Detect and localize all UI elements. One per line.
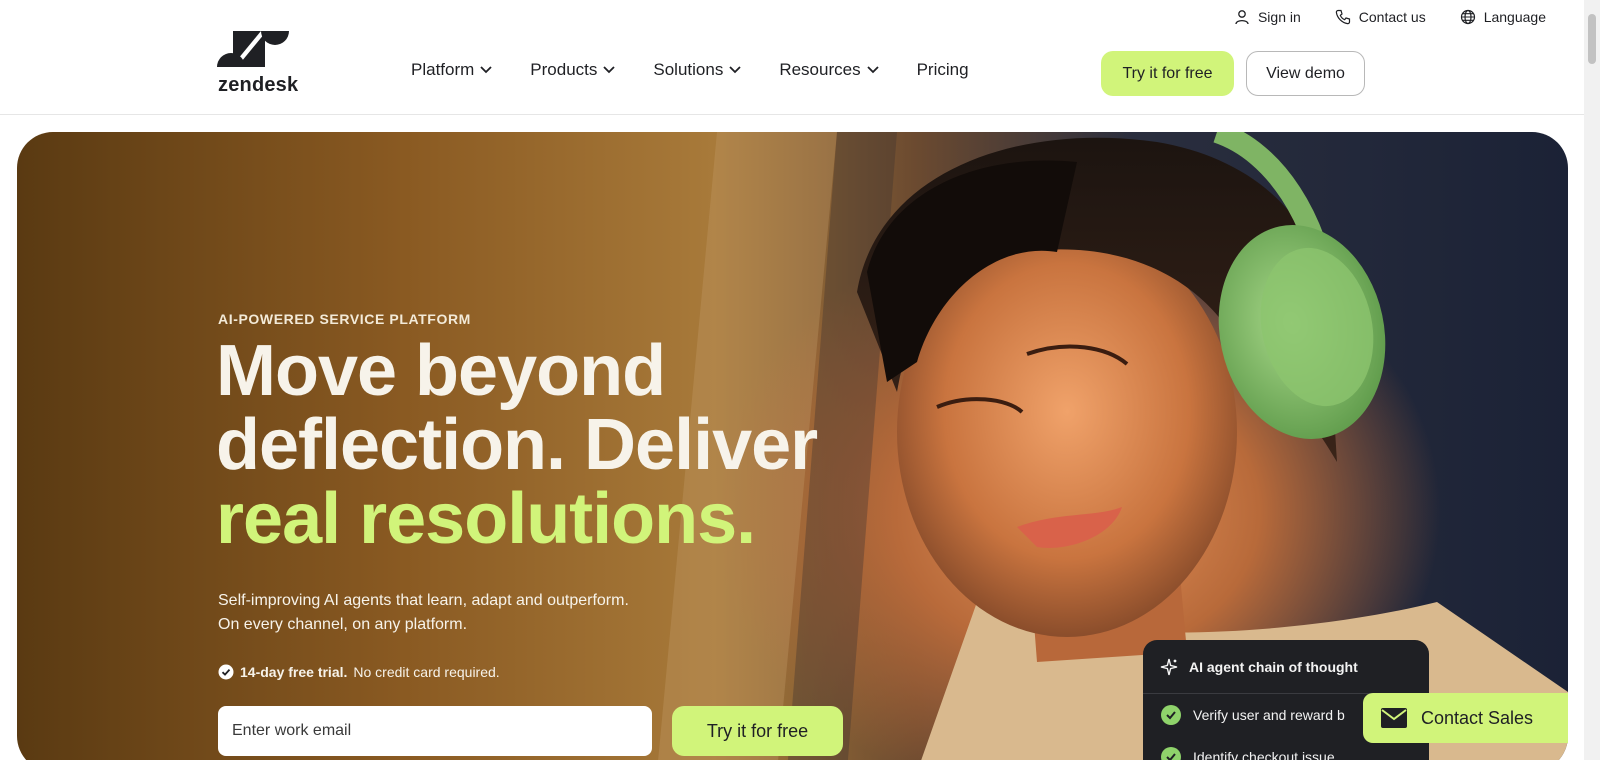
mail-icon xyxy=(1381,708,1407,728)
headline-accent: real resolutions. xyxy=(216,479,756,559)
chevron-down-icon xyxy=(480,66,492,74)
subtitle-line-1: Self-improving AI agents that learn, ada… xyxy=(218,592,629,609)
trial-bold-text: 14-day free trial. xyxy=(240,664,348,680)
language-selector[interactable]: Language xyxy=(1460,9,1546,25)
ai-card-title: AI agent chain of thought xyxy=(1189,658,1358,675)
sparkle-icon xyxy=(1160,658,1178,675)
hero-section: AI-POWERED SERVICE PLATFORM Move beyond … xyxy=(17,132,1568,760)
check-circle-icon xyxy=(218,664,234,680)
headline-line-2: deflection. Deliver xyxy=(216,405,818,485)
headline-line-1: Move beyond xyxy=(216,331,666,411)
ai-step-label: Verify user and reward b xyxy=(1193,707,1345,723)
scrollbar-thumb[interactable] xyxy=(1588,14,1596,64)
nav-item-resources[interactable]: Resources xyxy=(779,60,879,80)
logo-wordmark: zendesk xyxy=(218,74,299,96)
nav-item-label: Pricing xyxy=(916,60,969,79)
person-icon xyxy=(1235,10,1249,25)
nav-item-label: Products xyxy=(530,60,598,79)
contact-sales-label: Contact Sales xyxy=(1421,707,1534,728)
try-free-hero-button[interactable]: Try it for free xyxy=(672,706,843,756)
nav-item-pricing[interactable]: Pricing xyxy=(917,60,969,80)
nav-item-platform[interactable]: Platform xyxy=(411,60,492,80)
nav-item-solutions[interactable]: Solutions xyxy=(653,60,741,80)
check-circle-icon xyxy=(1161,705,1181,725)
main-nav: Platform Products Solutions Resources Pr… xyxy=(411,60,969,80)
hero-eyebrow: AI-POWERED SERVICE PLATFORM xyxy=(218,311,471,327)
contact-sales-button[interactable]: Contact Sales xyxy=(1363,693,1568,743)
hero-subtitle: Self-improving AI agents that learn, ada… xyxy=(218,589,738,637)
ai-step-label: Identify checkout issue xyxy=(1193,749,1335,760)
chevron-down-icon xyxy=(603,66,616,74)
sign-in-label: Sign in xyxy=(1257,9,1301,25)
contact-us-link[interactable]: Contact us xyxy=(1335,9,1426,25)
nav-item-label: Solutions xyxy=(653,60,724,79)
globe-icon xyxy=(1460,9,1475,25)
phone-icon xyxy=(1335,9,1350,25)
language-label: Language xyxy=(1483,9,1546,25)
view-demo-button[interactable]: View demo xyxy=(1246,51,1365,96)
nav-item-label: Resources xyxy=(779,60,861,79)
trial-note: 14-day free trial. No credit card requir… xyxy=(218,664,500,680)
contact-us-label: Contact us xyxy=(1358,9,1426,25)
check-circle-icon xyxy=(1161,747,1181,760)
chevron-down-icon xyxy=(729,66,741,74)
hero-headline: Move beyond deflection. Deliver real res… xyxy=(216,334,936,556)
subtitle-line-2: On every channel, on any platform. xyxy=(218,616,468,633)
try-free-header-button[interactable]: Try it for free xyxy=(1101,51,1234,96)
page-scrollbar[interactable] xyxy=(1584,0,1600,760)
nav-item-products[interactable]: Products xyxy=(530,60,616,80)
trial-rest-text: No credit card required. xyxy=(353,664,500,680)
utility-links: Sign in Contact us Language xyxy=(1234,6,1546,28)
sign-in-link[interactable]: Sign in xyxy=(1234,9,1301,25)
work-email-input[interactable] xyxy=(218,706,652,756)
ai-card-header: AI agent chain of thought xyxy=(1143,640,1429,694)
chevron-down-icon xyxy=(866,66,879,74)
nav-item-label: Platform xyxy=(411,60,475,79)
